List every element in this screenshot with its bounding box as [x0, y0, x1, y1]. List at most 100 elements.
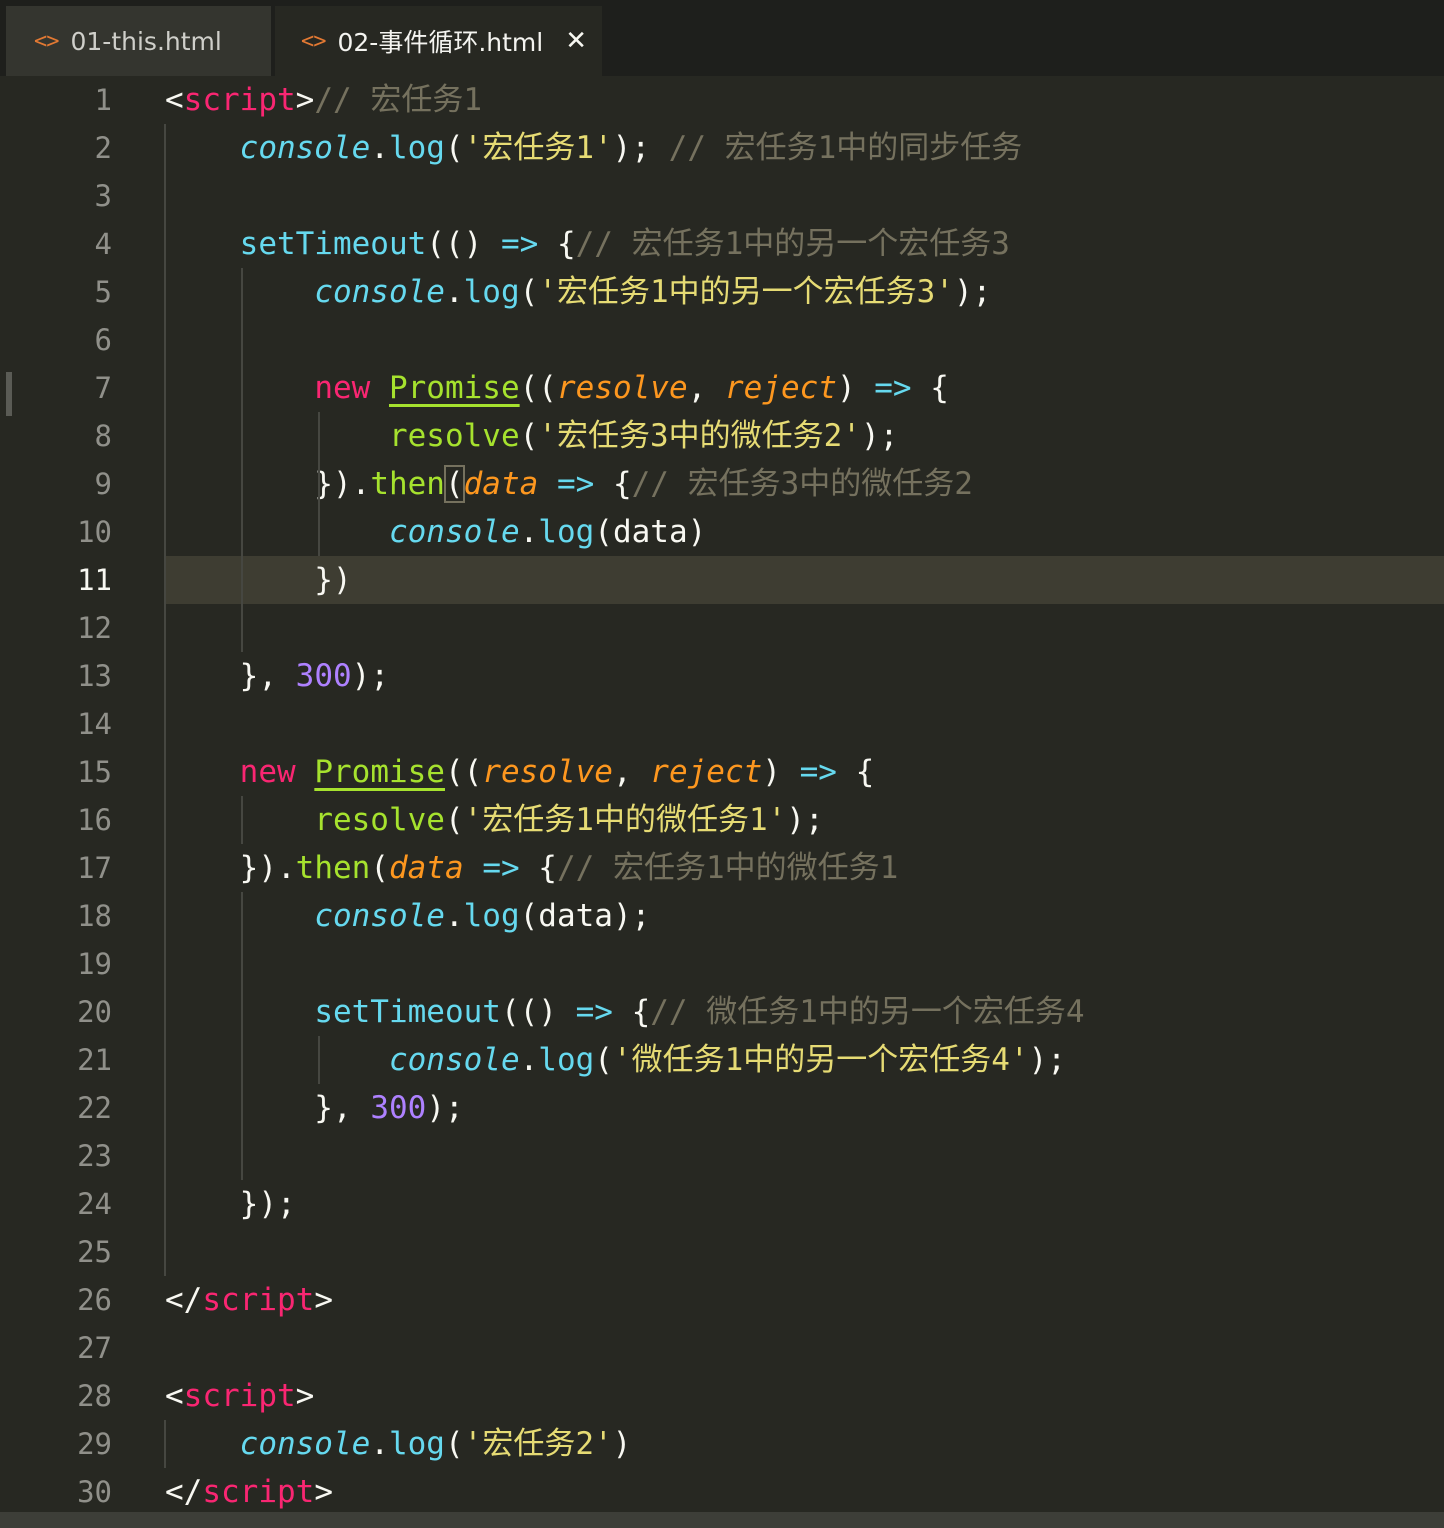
line-code: new Promise((resolve, reject) => { — [165, 364, 949, 412]
code-line[interactable]: 1 <script>// 宏任务1 — [6, 76, 1444, 124]
code-token: resolve — [556, 370, 688, 406]
current-line-highlight — [165, 556, 1444, 604]
code-token: log — [538, 1042, 595, 1078]
code-token: ) — [612, 1426, 632, 1462]
code-token: ); — [786, 802, 824, 838]
line-number: 7 — [94, 371, 112, 405]
code-line[interactable]: 16 resolve('宏任务1中的微任务1'); — [6, 796, 1444, 844]
code-line[interactable]: 18 console.log(data); — [6, 892, 1444, 940]
line-number: 1 — [94, 83, 112, 117]
code-line[interactable]: 17 }).then(data => {// 宏任务1中的微任务1 — [6, 844, 1444, 892]
code-line[interactable]: 20 setTimeout(() => {// 微任务1中的另一个宏任务4 — [6, 988, 1444, 1036]
code-token: => — [482, 850, 520, 886]
code-token: script — [183, 82, 296, 118]
code-token: console — [239, 130, 371, 166]
tab-label: 02-事件循环.html — [337, 28, 544, 57]
code-line[interactable]: 19 — [6, 940, 1444, 988]
code-line[interactable]: 23 — [6, 1132, 1444, 1180]
code-line[interactable]: 14 — [6, 700, 1444, 748]
code-token: ); — [426, 1090, 464, 1126]
line-number: 20 — [77, 995, 112, 1029]
code-token: ); — [351, 658, 389, 694]
code-line[interactable]: 25 — [6, 1228, 1444, 1276]
code-line[interactable]: 9 }).then(data => {// 宏任务3中的微任务2 — [6, 460, 1444, 508]
line-number: 8 — [94, 419, 112, 453]
code-line[interactable]: 24 }); — [6, 1180, 1444, 1228]
line-code: }).then(data => {// 宏任务3中的微任务2 — [165, 460, 973, 508]
code-editor[interactable]: 1 <script>// 宏任务1 2 console.log('宏任务1'); /… — [6, 76, 1444, 1512]
line-code: console.log(data) — [165, 508, 706, 556]
code-token: </ — [165, 1474, 203, 1510]
code-token: (() — [500, 994, 576, 1030]
code-line[interactable]: 12 — [6, 604, 1444, 652]
code-line[interactable]: 6 — [6, 316, 1444, 364]
line-number: 24 — [77, 1187, 112, 1221]
line-number: 25 — [77, 1235, 112, 1269]
line-number: 12 — [77, 611, 112, 645]
tab-label: 01-this.html — [70, 26, 222, 56]
code-token: then — [370, 466, 445, 502]
line-code: resolve('宏任务1中的微任务1'); — [165, 796, 824, 844]
code-token: ); — [612, 130, 669, 166]
code-line[interactable]: 15 new Promise((resolve, reject) => { — [6, 748, 1444, 796]
line-code: setTimeout(() => {// 微任务1中的另一个宏任务4 — [165, 988, 1084, 1036]
code-line[interactable]: 7 new Promise((resolve, reject) => { — [6, 364, 1444, 412]
code-token: }) — [165, 562, 352, 598]
code-token: script — [202, 1474, 315, 1510]
line-number: 30 — [77, 1475, 112, 1509]
code-line[interactable]: 10 console.log(data) — [6, 508, 1444, 556]
tab-02-event-loop[interactable]: <> 02-事件循环.html ✕ — [275, 6, 602, 76]
code-token: log — [388, 130, 445, 166]
code-token: then — [295, 850, 371, 886]
line-number: 27 — [77, 1331, 112, 1365]
code-token: { — [612, 994, 651, 1030]
code-token: , — [612, 754, 651, 790]
close-icon[interactable]: ✕ — [565, 26, 587, 56]
code-line[interactable]: 8 resolve('宏任务3中的微任务2'); — [6, 412, 1444, 460]
code-line[interactable]: 29 console.log('宏任务2') — [6, 1420, 1444, 1468]
code-token: > — [295, 1378, 315, 1414]
line-number: 18 — [77, 899, 112, 933]
code-line[interactable]: 21 console.log('微任务1中的另一个宏任务4'); — [6, 1036, 1444, 1084]
code-line[interactable]: 5 console.log('宏任务1中的另一个宏任务3'); — [6, 268, 1444, 316]
line-number: 10 — [77, 515, 112, 549]
line-code: new Promise((resolve, reject) => { — [165, 748, 875, 796]
code-token: < — [165, 1378, 184, 1414]
code-line[interactable]: 22 }, 300); — [6, 1084, 1444, 1132]
code-token: '宏任务3中的微任务2' — [538, 418, 861, 454]
code-line[interactable]: 2 console.log('宏任务1'); // 宏任务1中的同步任务 — [6, 124, 1444, 172]
code-token: log — [463, 274, 520, 310]
code-line[interactable]: 4 setTimeout(() => {// 宏任务1中的另一个宏任务3 — [6, 220, 1444, 268]
code-line[interactable]: 30 </script> — [6, 1468, 1444, 1512]
line-code: </script> — [165, 1468, 333, 1512]
code-token: reject — [650, 754, 763, 790]
code-line[interactable]: 27 — [6, 1324, 1444, 1372]
editor-window: <> 01-this.html <> 02-事件循环.html ✕ 1 <scri… — [0, 0, 1444, 1528]
code-token: resolve — [482, 754, 613, 790]
code-token: log — [388, 1426, 445, 1462]
code-line[interactable]: 11 }) — [6, 556, 1444, 604]
line-code: </script> — [165, 1276, 333, 1324]
code-token: . — [444, 274, 464, 310]
code-token: { — [538, 226, 576, 262]
code-token: { — [911, 370, 949, 406]
code-line[interactable]: 28 <script> — [6, 1372, 1444, 1420]
tab-01-this[interactable]: <> 01-this.html — [6, 6, 271, 76]
code-token: // 宏任务1中的同步任务 — [668, 130, 1023, 166]
code-token: ( — [444, 1426, 464, 1462]
code-line[interactable]: 26 </script> — [6, 1276, 1444, 1324]
code-token: log — [463, 898, 520, 934]
code-line[interactable]: 13 }, 300); — [6, 652, 1444, 700]
indent-guide — [318, 1036, 320, 1084]
code-line[interactable]: 3 — [6, 172, 1444, 220]
code-token: console — [314, 898, 445, 934]
code-token: (data) — [594, 514, 707, 550]
line-number: 21 — [77, 1043, 112, 1077]
code-token: (( — [444, 754, 483, 790]
